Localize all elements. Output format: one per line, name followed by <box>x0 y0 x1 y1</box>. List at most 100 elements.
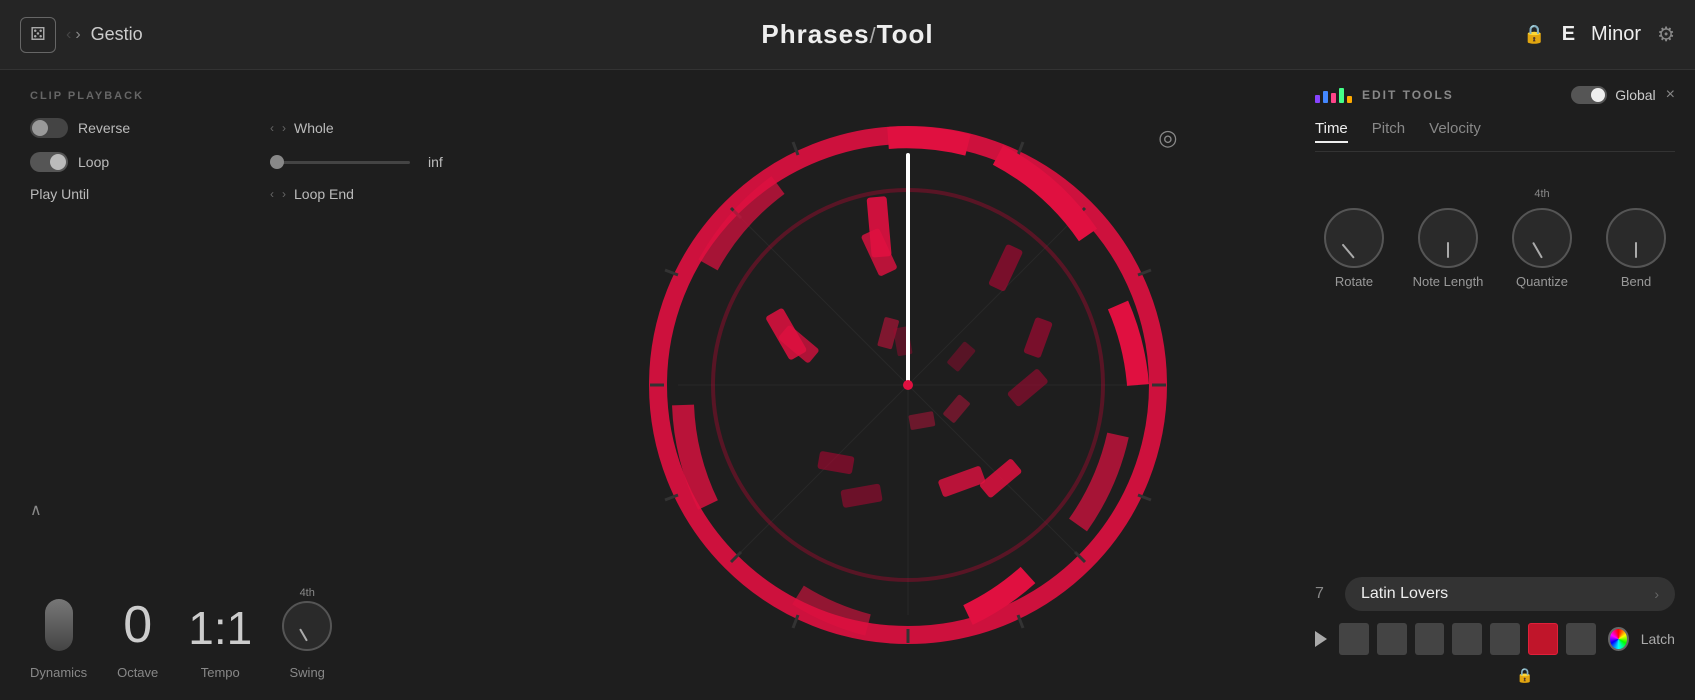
center-panel: ◎ <box>520 70 1295 700</box>
loop-toggle[interactable] <box>30 152 68 172</box>
color-picker[interactable] <box>1608 627 1629 651</box>
note-length-control: Note Length <box>1409 188 1487 289</box>
bend-label-top <box>1634 188 1637 200</box>
bar4 <box>1339 88 1344 103</box>
step-1[interactable] <box>1339 623 1369 655</box>
loop-slider-track[interactable] <box>270 161 410 164</box>
step-2[interactable] <box>1377 623 1407 655</box>
circle-visualizer: ◎ <box>628 105 1188 665</box>
target-icon[interactable]: ◎ <box>1158 125 1177 151</box>
nav-forward-arrow[interactable]: › <box>75 26 80 44</box>
latch-button[interactable]: Latch <box>1641 631 1675 647</box>
right-panel: EDIT TOOLS Global × Time Pitch Velocity <box>1295 70 1695 700</box>
lock-row: 🔒 <box>1315 667 1675 684</box>
reverse-row: Reverse <box>30 118 250 138</box>
loop-toggle-knob <box>50 154 66 170</box>
octave-value[interactable]: 0 <box>123 599 152 651</box>
play-button[interactable] <box>1315 631 1327 647</box>
step-7[interactable] <box>1566 623 1596 655</box>
loop-value: inf <box>428 154 443 170</box>
header-left: ⚄ ‹ › Gestio <box>20 17 220 53</box>
whole-right-arrow-2[interactable]: › <box>282 121 286 135</box>
bottom-controls: ∧ Dynamics 0 Octave 1:1 Tempo 4th <box>30 567 490 680</box>
whole-left-arrow[interactable]: ‹ <box>270 121 274 135</box>
nav-back-arrow[interactable]: ‹ <box>66 26 71 44</box>
edit-tools-header: EDIT TOOLS Global × <box>1315 86 1675 104</box>
reverse-label: Reverse <box>78 120 130 136</box>
playback-row: Latch <box>1315 623 1675 655</box>
phrase-number: 7 <box>1315 585 1335 603</box>
close-button[interactable]: × <box>1666 86 1675 104</box>
reverse-toggle-knob <box>32 120 48 136</box>
dynamics-label: Dynamics <box>30 665 87 680</box>
header-center: Phrases/Tool <box>220 19 1475 50</box>
bar1 <box>1315 95 1320 103</box>
rotate-label: Rotate <box>1335 274 1373 289</box>
step-4[interactable] <box>1452 623 1482 655</box>
app-name: Gestio <box>91 24 143 45</box>
dice-icon[interactable]: ⚄ <box>20 17 56 53</box>
tempo-label: Tempo <box>201 665 240 680</box>
global-toggle-knob <box>1591 88 1605 102</box>
bend-indicator <box>1635 242 1637 258</box>
loop-end-left-arrow[interactable]: ‹ <box>270 187 274 201</box>
bar5 <box>1347 96 1352 103</box>
step-5[interactable] <box>1490 623 1520 655</box>
tempo-control: 1:1 Tempo <box>188 605 252 680</box>
swing-knob[interactable] <box>282 601 332 651</box>
note-length-label-top <box>1446 188 1449 200</box>
bend-knob[interactable] <box>1606 208 1666 268</box>
left-panel: CLIP PLAYBACK Reverse ‹ › Whole Loop <box>0 70 520 700</box>
note-length-knob[interactable] <box>1418 208 1478 268</box>
lock-icon[interactable]: 🔒 <box>1523 24 1545 45</box>
main: CLIP PLAYBACK Reverse ‹ › Whole Loop <box>0 70 1695 700</box>
edit-tools-icon <box>1315 88 1352 103</box>
phrase-name-box[interactable]: Latin Lovers › <box>1345 577 1675 611</box>
rotate-knob[interactable] <box>1324 208 1384 268</box>
dynamics-control: Dynamics <box>30 599 87 680</box>
tab-time[interactable]: Time <box>1315 120 1348 143</box>
brand-separator: / <box>870 23 877 48</box>
loop-end-selector: ‹ › Loop End <box>270 186 490 202</box>
play-until-label: Play Until <box>30 186 89 202</box>
header: ⚄ ‹ › Gestio Phrases/Tool 🔒 E Minor ⚙ <box>0 0 1695 70</box>
loop-label: Loop <box>78 154 109 170</box>
brand-part1: Phrases <box>761 19 869 49</box>
lock-bottom-icon[interactable]: 🔒 <box>1516 667 1533 684</box>
loop-slider-row: inf <box>270 154 490 170</box>
quantize-knob[interactable] <box>1512 208 1572 268</box>
header-right: 🔒 E Minor ⚙ <box>1475 22 1675 47</box>
phrase-selector: 7 Latin Lovers › Latch <box>1315 577 1675 684</box>
swing-label: Swing <box>290 665 325 680</box>
swing-control: 4th Swing <box>282 587 332 680</box>
key-label[interactable]: E <box>1562 23 1575 46</box>
loop-slider-knob[interactable] <box>270 155 284 169</box>
nav-arrows: ‹ › <box>66 26 81 44</box>
tab-pitch[interactable]: Pitch <box>1372 120 1405 143</box>
tab-velocity[interactable]: Velocity <box>1429 120 1481 143</box>
global-toggle-pill[interactable] <box>1571 86 1607 104</box>
loop-end-right-arrow[interactable]: › <box>282 187 286 201</box>
step-3[interactable] <box>1415 623 1445 655</box>
dynamics-icon[interactable] <box>45 599 73 651</box>
clip-playback-label: CLIP PLAYBACK <box>30 90 490 102</box>
step-6[interactable] <box>1528 623 1558 655</box>
note-length-indicator <box>1447 242 1449 258</box>
bend-label: Bend <box>1621 274 1651 289</box>
whole-selector: ‹ › Whole <box>270 120 490 136</box>
scale-label[interactable]: Minor <box>1591 23 1641 46</box>
quantize-label: Quantize <box>1516 274 1568 289</box>
global-toggle[interactable]: Global <box>1571 86 1655 104</box>
global-label: Global <box>1615 87 1655 103</box>
play-until-row: Play Until <box>30 186 250 202</box>
settings-icon[interactable]: ⚙ <box>1657 22 1675 47</box>
tabs-row: Time Pitch Velocity <box>1315 120 1675 152</box>
quantize-label-top: 4th <box>1534 188 1549 200</box>
reverse-toggle[interactable] <box>30 118 68 138</box>
edit-tools-label: EDIT TOOLS <box>1362 88 1561 102</box>
chevron-up-icon[interactable]: ∧ <box>30 500 42 520</box>
bend-control: Bend <box>1597 188 1675 289</box>
tempo-value[interactable]: 1:1 <box>188 605 252 651</box>
bar2 <box>1323 91 1328 103</box>
phrase-chevron-icon: › <box>1654 586 1659 602</box>
